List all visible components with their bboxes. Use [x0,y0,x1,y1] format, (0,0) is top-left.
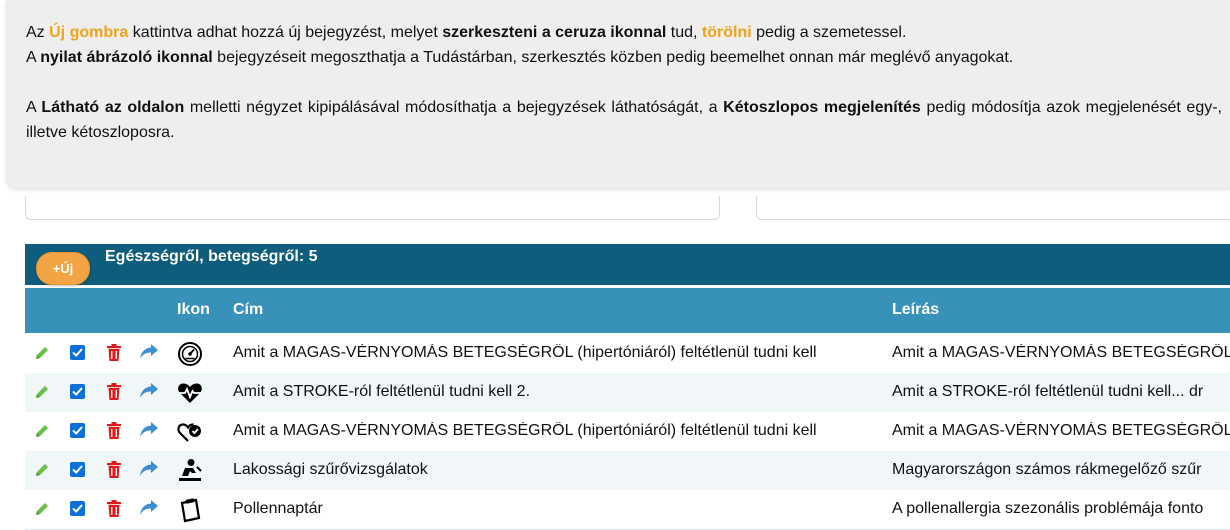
column-header-icon: Ikon [177,301,210,318]
help-text-segment: bejegyzéseit megoszthatja a Tudástárban,… [212,49,1014,66]
table-row: Pollennaptár A pollenallergia szezonális… [25,490,1230,530]
visibility-checkbox[interactable] [70,384,85,399]
table-row: Amit a STROKE-ról feltétlenül tudni kell… [25,373,1230,413]
gauge-icon [177,341,203,372]
help-text-segment: Az [26,24,50,41]
trash-icon[interactable] [107,500,121,522]
heart-pulse-icon [177,419,203,450]
help-text-segment: A [26,49,41,66]
help-line-1: Az Új gombra kattintva adhat hozzá új be… [26,20,1222,45]
share-icon[interactable] [139,421,159,444]
row-description: Magyarországon számos rákmegelőző szűr [892,461,1202,478]
visibility-checkbox[interactable] [70,345,85,360]
share-icon[interactable] [139,343,159,366]
table-row: Lakossági szűrővizsgálatok Magyarországo… [25,451,1230,491]
new-entry-button[interactable]: +Új [36,252,90,285]
help-text-segment: kattintva adhat hozzá új bejegyzést, mel… [128,24,443,41]
row-description: Amit a STROKE-ról feltétlenül tudni kell… [892,383,1204,400]
help-delete-ref: törölni [701,24,752,41]
pencil-icon[interactable] [34,423,50,444]
trash-icon[interactable] [107,344,121,366]
row-description: Amit a MAGAS-VÉRNYOMÁS BETEGSÉGRŐL [892,344,1230,361]
visibility-checkbox[interactable] [70,501,85,516]
row-description: Amit a MAGAS-VÉRNYOMÁS BETEGSÉGRŐL [892,422,1230,439]
help-text: Az Új gombra kattintva adhat hozzá új be… [26,20,1222,145]
table-row: Amit a MAGAS-VÉRNYOMÁS BETEGSÉGRŐL (hipe… [25,334,1230,374]
help-text-segment: pedig a szemetessel. [751,24,907,41]
visibility-checkbox[interactable] [70,423,85,438]
table-row: Amit a MAGAS-VÉRNYOMÁS BETEGSÉGRŐL (hipe… [25,412,1230,452]
group-title: Egészségről, betegségről: 5 [105,248,318,265]
help-line-2: A nyilat ábrázoló ikonnal bejegyzéseit m… [26,45,1222,70]
help-two-column-ref: Kétoszlopos megjelenítés [723,99,921,116]
pencil-icon[interactable] [34,384,50,405]
pencil-icon[interactable] [34,345,50,366]
share-icon[interactable] [139,382,159,405]
trash-icon[interactable] [107,422,121,444]
help-edit-ref: szerkeszteni a ceruza ikonnal [442,24,667,41]
help-line-3: A Látható az oldalon melletti négyzet ki… [26,95,1222,145]
trash-icon[interactable] [107,383,121,405]
pencil-icon[interactable] [34,462,50,483]
person-screening-icon [177,458,203,489]
visibility-checkbox[interactable] [70,462,85,477]
group-header: +Új Egészségről, betegségről: 5 [25,244,1230,285]
trash-icon[interactable] [107,461,121,483]
left-panel-box [25,196,720,220]
column-header-description: Leírás [892,301,940,318]
share-icon[interactable] [139,460,159,483]
column-header-title: Cím [233,301,264,318]
help-visible-ref: Látható az oldalon [41,99,185,116]
table-header: Ikon Cím Leírás [25,288,1230,333]
share-icon[interactable] [139,499,159,522]
row-title[interactable]: Lakossági szűrővizsgálatok [233,461,883,479]
row-title[interactable]: Amit a MAGAS-VÉRNYOMÁS BETEGSÉGRŐL (hipe… [233,344,883,362]
clipboard-icon [177,497,203,528]
heartbeat-icon [177,380,203,411]
help-panel: Az Új gombra kattintva adhat hozzá új be… [6,0,1230,188]
help-text-segment: A [26,99,42,116]
pencil-icon[interactable] [34,501,50,522]
right-panel-box [756,196,1230,220]
help-new-button-ref: Új gombra [49,24,129,41]
help-text-segment: melletti négyzet kipipálásával módosítha… [184,99,724,116]
help-share-ref: nyilat ábrázoló ikonnal [40,49,213,66]
row-title[interactable]: Amit a MAGAS-VÉRNYOMÁS BETEGSÉGRŐL (hipe… [233,422,883,440]
row-description: A pollenallergia szezonális problémája f… [892,500,1204,517]
help-text-segment: tud, [666,24,702,41]
row-title[interactable]: Amit a STROKE-ról feltétlenül tudni kell… [233,383,883,401]
row-title[interactable]: Pollennaptár [233,500,883,518]
